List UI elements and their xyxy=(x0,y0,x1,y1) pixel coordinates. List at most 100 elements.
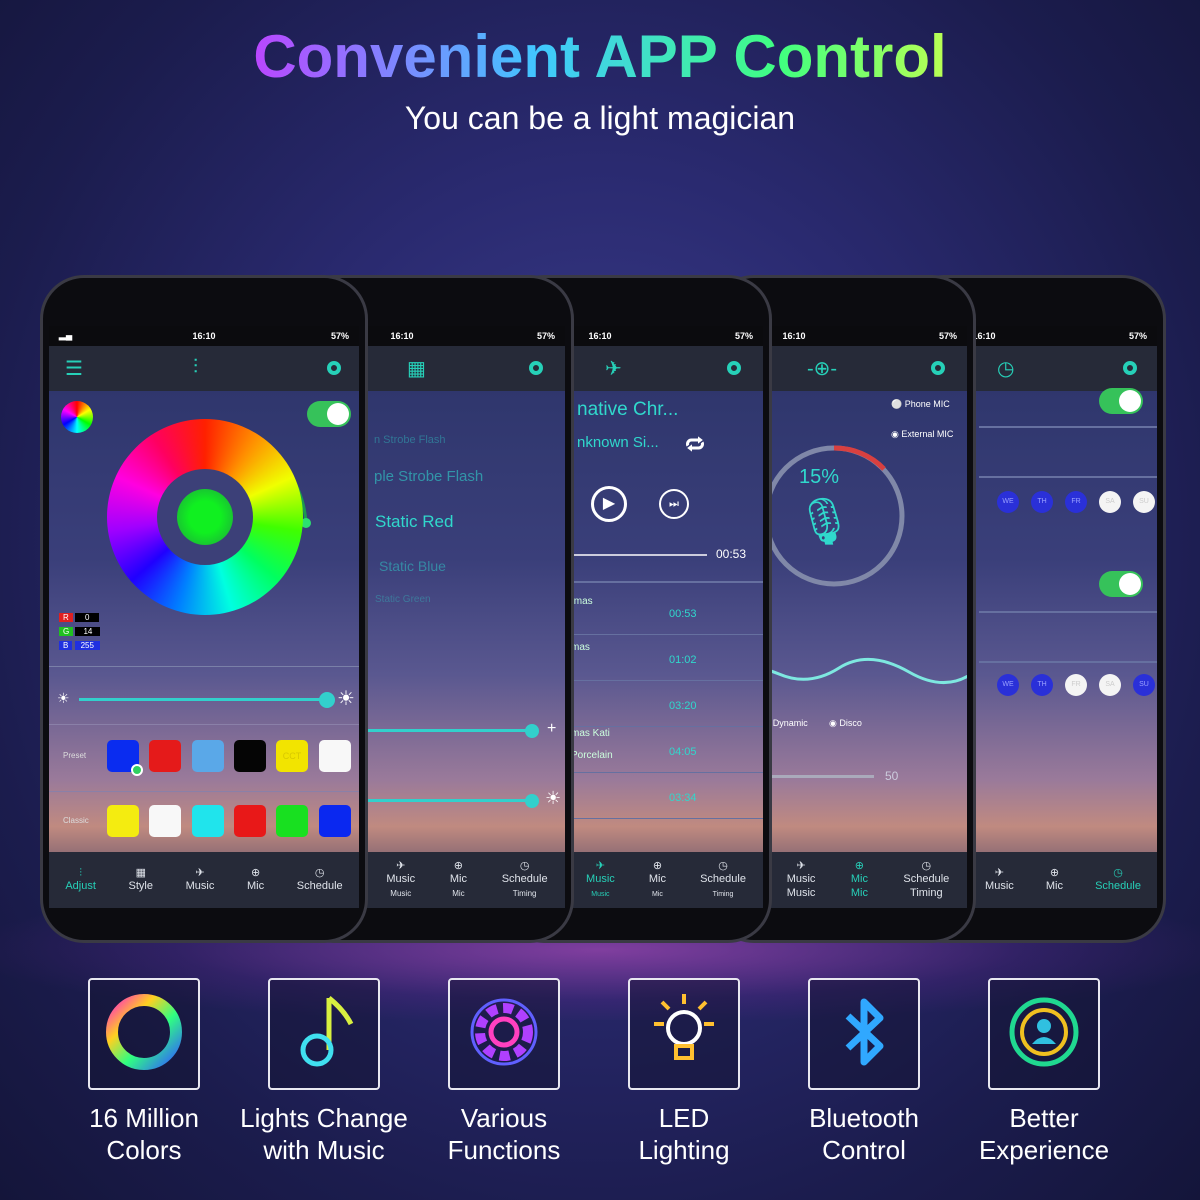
timer-icon: ◷ xyxy=(997,358,1015,380)
nav-schedule[interactable]: ◷ Schedule Timing xyxy=(700,860,746,900)
weekday-toggle[interactable]: SU xyxy=(1133,491,1155,513)
weekday-toggle[interactable]: SU xyxy=(1133,674,1155,696)
nav-style[interactable]: ▦ Style xyxy=(129,867,153,893)
mic-level: 15% xyxy=(799,466,840,488)
weekday-toggle[interactable]: FR xyxy=(1065,674,1087,696)
preset-color-swatch[interactable] xyxy=(149,740,181,772)
nav-mic[interactable]: ⊕ Mic xyxy=(247,867,264,893)
preset-color-swatch[interactable] xyxy=(107,740,143,776)
selected-color-preview xyxy=(177,489,233,545)
weekday-toggle[interactable]: TH xyxy=(1031,491,1053,513)
classic-color-swatch[interactable] xyxy=(319,805,351,837)
nav-schedule[interactable]: ◷ Schedule Timing xyxy=(502,860,548,900)
nav-schedule[interactable]: ◷ Schedule xyxy=(1095,867,1141,893)
nav-music[interactable]: ✈ Music xyxy=(186,867,215,893)
schedule-off-toggle[interactable] xyxy=(1099,571,1143,597)
page-title: Convenient APP Control xyxy=(0,22,1200,91)
mode-item[interactable]: Static Blue xyxy=(379,558,446,574)
speed-slider[interactable] xyxy=(525,724,539,738)
battery-level: 57% xyxy=(1128,331,1147,341)
feature-label: LED Lighting xyxy=(638,1103,730,1165)
bluetooth-icon xyxy=(822,990,906,1079)
song-title: native Chr... xyxy=(577,399,679,420)
disco-radio[interactable]: ◉ Disco xyxy=(829,718,862,729)
mode-item[interactable]: n Strobe Flash xyxy=(374,434,446,446)
repeat-icon[interactable]: 🔁︎ xyxy=(685,430,705,459)
brightness-slider[interactable] xyxy=(525,794,539,808)
settings-dot-icon[interactable] xyxy=(931,361,945,375)
light-bulb-icon xyxy=(642,990,726,1079)
feature-card xyxy=(88,978,200,1090)
nav-adjust[interactable]: ⫶ Adjust xyxy=(65,867,96,893)
mode-item[interactable]: ple Strobe Flash xyxy=(374,468,483,485)
schedule-on-toggle[interactable] xyxy=(1099,388,1143,414)
classic-color-swatch[interactable] xyxy=(107,805,139,837)
preset-color-swatch[interactable] xyxy=(192,740,224,772)
feature-card xyxy=(988,978,1100,1090)
signal-icon: ▂▄ xyxy=(59,330,73,340)
nav-mic[interactable]: ⊕ Mic xyxy=(1046,867,1063,893)
nav-mic[interactable]: ⊕ Mic Mic xyxy=(649,860,666,900)
menu-icon[interactable]: ☰ xyxy=(65,356,83,381)
mode-item[interactable]: Static Green xyxy=(375,594,431,605)
gear-icon xyxy=(462,990,546,1079)
elapsed-time: 00:53 xyxy=(716,547,747,561)
mode-item-selected[interactable]: Static Red xyxy=(375,512,453,532)
nav-music[interactable]: ✈ Music Music xyxy=(386,860,415,900)
settings-dot-icon[interactable] xyxy=(727,361,741,375)
settings-dot-icon[interactable] xyxy=(327,361,341,375)
external-mic-radio[interactable]: ◉ External MIC xyxy=(891,429,953,440)
bright-icon: ☀ xyxy=(337,688,355,710)
feature-card xyxy=(808,978,920,1090)
nav-mic[interactable]: ⊕ Mic Mic xyxy=(450,860,467,900)
play-button[interactable]: ▶ xyxy=(591,486,627,522)
weekday-toggle[interactable]: WE xyxy=(997,491,1019,513)
nav-music[interactable]: ✈ Music Music xyxy=(787,860,816,900)
sun-icon: ☀ xyxy=(545,788,562,808)
settings-dot-icon[interactable] xyxy=(1123,361,1137,375)
page-subtitle: You can be a light magician xyxy=(404,100,796,136)
user-experience-icon xyxy=(1002,990,1086,1079)
nav-music[interactable]: ✈ Music Music xyxy=(586,860,615,900)
feature-card xyxy=(628,978,740,1090)
status-time: 16:10 xyxy=(390,331,414,341)
nav-mic[interactable]: ⊕ Mic Mic xyxy=(851,860,868,900)
rgb-values: R 0 G 14 B 255 xyxy=(59,611,101,653)
nav-schedule[interactable]: ◷ Schedule xyxy=(297,867,343,893)
preset-color-swatch[interactable] xyxy=(234,740,266,772)
progress-bar[interactable] xyxy=(569,554,707,556)
feature-label: Better Experience xyxy=(978,1103,1110,1165)
feature-label: Various Functions xyxy=(447,1103,561,1165)
battery-level: 57% xyxy=(536,331,555,341)
phone-adjust: ▂▄ 16:10 57% ☰ ⫶ R 0 G 14 B 255 ☀ ☀ Preset … xyxy=(40,275,368,943)
preset-color-swatch[interactable] xyxy=(319,740,351,772)
preset-color-swatch[interactable]: CCT xyxy=(276,740,308,772)
sensitivity-value: 50 xyxy=(885,769,899,783)
battery-level: 57% xyxy=(330,331,349,341)
battery-level: 57% xyxy=(938,331,957,341)
classic-color-swatch[interactable] xyxy=(276,805,308,837)
weekday-toggle[interactable]: SA xyxy=(1099,491,1121,513)
classic-color-swatch[interactable] xyxy=(149,805,181,837)
weekday-toggle[interactable]: SA xyxy=(1099,674,1121,696)
color-ring-icon xyxy=(102,990,186,1079)
nav-music[interactable]: ✈ Music xyxy=(985,867,1014,893)
weekday-toggle[interactable]: WE xyxy=(997,674,1019,696)
nav-schedule[interactable]: ◷ Schedule Timing xyxy=(903,860,949,900)
weekday-toggle[interactable]: FR xyxy=(1065,491,1087,513)
classic-color-swatch[interactable] xyxy=(192,805,224,837)
music-note-icon xyxy=(289,990,359,1079)
classic-color-swatch[interactable] xyxy=(234,805,266,837)
weekday-toggle[interactable]: TH xyxy=(1031,674,1053,696)
next-button[interactable]: ⏭ xyxy=(659,489,689,519)
color-mode-icon[interactable] xyxy=(61,401,93,433)
music-icon: ✈ xyxy=(605,358,622,380)
plus-icon[interactable]: + xyxy=(547,720,556,738)
settings-dot-icon[interactable] xyxy=(529,361,543,375)
brightness-slider[interactable] xyxy=(319,692,335,708)
status-time: 16:10 xyxy=(192,331,216,341)
microphone-icon: 🎙︎ xyxy=(795,495,854,547)
feature-card xyxy=(448,978,560,1090)
feature-label: Bluetooth Control xyxy=(809,1103,919,1165)
phone-mic-radio[interactable]: ⚪ Phone MIC xyxy=(891,399,950,410)
